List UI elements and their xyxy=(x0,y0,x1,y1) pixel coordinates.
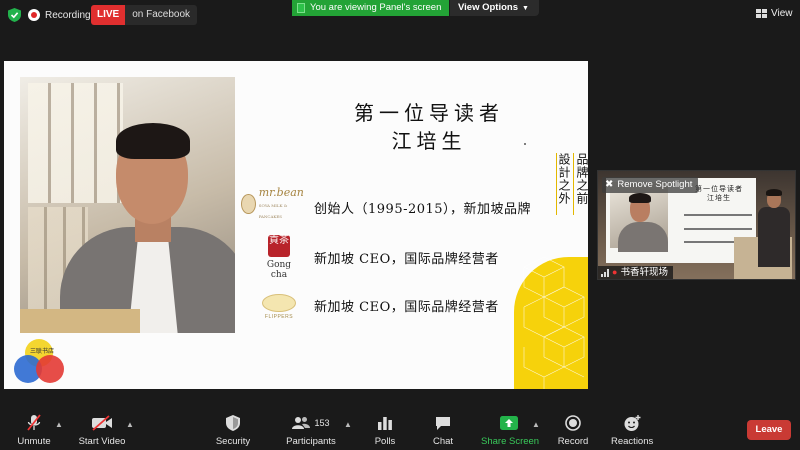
gong-cha-logo: 貢茶 Gong cha xyxy=(259,235,299,283)
view-button[interactable]: View xyxy=(756,5,793,21)
live-badge: LIVE xyxy=(91,5,126,25)
reactions-smiley-icon xyxy=(624,414,640,431)
remove-spotlight-button[interactable]: ✖ Remove Spotlight xyxy=(602,177,699,193)
polls-button[interactable]: Polls xyxy=(373,414,397,448)
slide-title-line2: 江培生 xyxy=(391,129,467,153)
participants-button[interactable]: 153 Participants xyxy=(283,414,339,448)
record-label: Record xyxy=(557,436,589,447)
share-screen-label: Share Screen xyxy=(481,436,540,447)
gong-cha-seal: 貢茶 xyxy=(268,235,290,257)
video-off-icon xyxy=(92,415,112,431)
chevron-down-icon: ▼ xyxy=(522,5,529,12)
video-options-caret-icon[interactable]: ▲ xyxy=(126,420,134,429)
reactions-label: Reactions xyxy=(611,436,654,447)
vertical-tagline-col2: 設計之外 xyxy=(556,153,571,215)
slide-title: 第一位导读者 江培生 xyxy=(334,99,524,155)
top-bar: Recording LIVE on Facebook You are viewi… xyxy=(0,0,800,28)
security-shield-icon xyxy=(226,415,240,431)
share-screen-icon xyxy=(500,416,518,430)
gong-cha-name: Gong cha xyxy=(266,260,292,280)
pin-icon: ✖ xyxy=(605,179,614,190)
mic-muted-icon: ● xyxy=(612,267,618,277)
vertical-tagline-col1: 品牌之前 xyxy=(573,153,588,215)
mr-bean-logo-sub: SOYA MILK & PANCAKES xyxy=(258,202,288,219)
live-target: on Facebook xyxy=(125,5,198,25)
meeting-toolbar: Unmute ▲ Start Video ▲ Security 153 Part… xyxy=(0,400,800,450)
flippers-logo: FLIPPERS xyxy=(257,290,301,328)
unmute-button[interactable]: Unmute xyxy=(14,414,54,448)
mini-slide-title-line2: 江培生 xyxy=(707,194,731,202)
record-button[interactable]: Record xyxy=(556,414,590,448)
record-icon xyxy=(565,415,581,431)
polls-icon xyxy=(378,417,392,430)
recording-indicator[interactable]: Recording xyxy=(28,5,91,25)
participants-options-caret-icon[interactable]: ▲ xyxy=(344,420,352,429)
security-label: Security xyxy=(215,436,251,447)
signal-bars-icon xyxy=(601,268,609,277)
chat-label: Chat xyxy=(432,436,454,447)
audio-options-caret-icon[interactable]: ▲ xyxy=(55,420,63,429)
grid-view-icon xyxy=(756,8,767,18)
unmute-label: Unmute xyxy=(17,436,51,447)
vertical-tagline: 品牌之前 設計之外 xyxy=(555,153,588,215)
share-screen-button[interactable]: Share Screen xyxy=(481,414,540,448)
start-video-label: Start Video xyxy=(78,436,126,447)
participant-name-tag: ● 书香轩现场 xyxy=(598,266,673,279)
mic-off-icon xyxy=(27,414,41,431)
speaker-portrait xyxy=(20,77,235,333)
presenter-figure xyxy=(758,189,792,279)
security-button[interactable]: Security xyxy=(214,414,252,448)
slide-title-line1: 第一位导读者 xyxy=(354,101,504,125)
role-text-3: 新加坡 CEO，国际品牌经营者 xyxy=(314,300,499,315)
leave-button[interactable]: Leave xyxy=(747,420,791,440)
viewing-banner-text: You are viewing Panel's screen xyxy=(310,2,442,13)
live-stream-indicator[interactable]: LIVE on Facebook xyxy=(91,5,198,25)
flippers-logo-text: FLIPPERS xyxy=(264,314,294,320)
chat-button[interactable]: Chat xyxy=(431,414,455,448)
record-dot-icon xyxy=(28,9,40,21)
mr-bean-logo: mr.bean SOYA MILK & PANCAKES xyxy=(241,187,307,219)
participant-name: 书香轩现场 xyxy=(620,267,668,278)
bookstore-logo: 三联书店 xyxy=(14,339,64,385)
role-text-1: 创始人（1995-2015），新加坡品牌 xyxy=(314,202,532,217)
start-video-button[interactable]: Start Video xyxy=(78,414,126,448)
participants-count: 153 xyxy=(314,418,330,428)
screen-share-icon xyxy=(297,3,305,13)
cube-pattern-decoration xyxy=(523,257,585,389)
polls-label: Polls xyxy=(374,436,396,447)
bookstore-logo-text: 三联书店 xyxy=(30,348,55,355)
viewing-banner: You are viewing Panel's screen xyxy=(292,0,450,16)
mini-slide-title-line1: 第一位导读者 xyxy=(695,185,743,193)
participants-label: Participants xyxy=(286,436,336,447)
reactions-button[interactable]: Reactions xyxy=(611,414,653,448)
chat-icon xyxy=(436,416,450,430)
shield-check-icon[interactable] xyxy=(8,8,21,22)
view-button-label: View xyxy=(771,7,793,19)
view-options-label: View Options xyxy=(458,2,519,13)
view-options-button[interactable]: View Options ▼ xyxy=(450,0,539,16)
recording-label: Recording xyxy=(45,9,91,21)
mini-slide-title: 第一位导读者 江培生 xyxy=(694,185,744,203)
share-options-caret-icon[interactable]: ▲ xyxy=(532,420,540,429)
participants-icon xyxy=(292,417,311,429)
remove-spotlight-label: Remove Spotlight xyxy=(617,179,693,190)
shared-screen-slide: 第一位导读者 江培生 品牌之前 設計之外 mr.bean SOYA MILK & … xyxy=(4,61,588,389)
role-text-2: 新加坡 CEO，国际品牌经营者 xyxy=(314,252,499,267)
mr-bean-logo-text: mr.bean xyxy=(258,185,304,199)
